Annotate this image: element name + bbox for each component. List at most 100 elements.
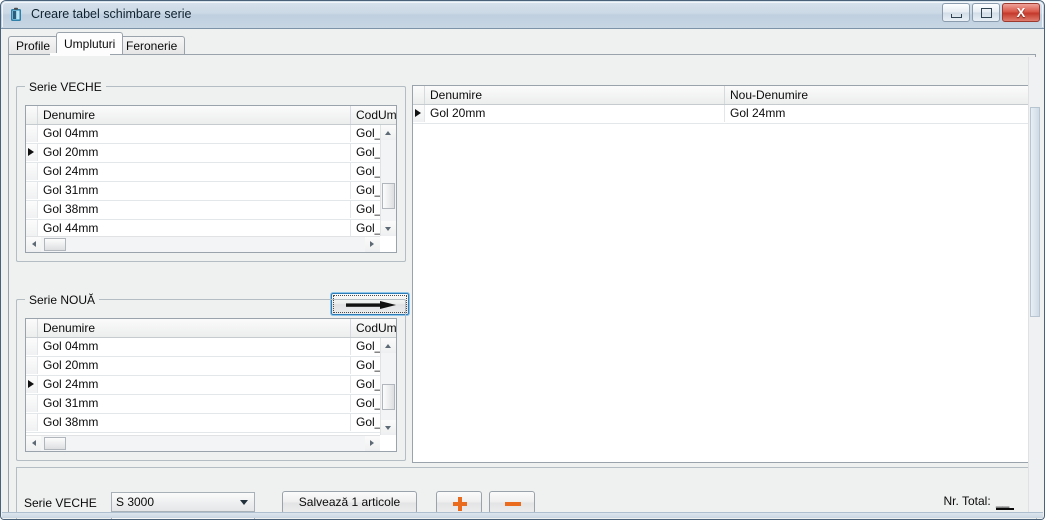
row-gutter [26,357,38,374]
group-label-serie-noua: Serie NOUĂ [25,293,100,307]
table-row[interactable]: Gol 04mm Gol_04 [26,338,380,357]
group-serie-veche: Serie VECHE Denumire CodUmplut Gol 04mm … [16,80,406,262]
row-gutter [26,395,38,412]
title-bar[interactable]: Creare tabel schimbare serie X [1,1,1044,29]
table-row[interactable]: Gol 20mm Gol_20 [26,357,380,376]
scroll-up-button[interactable] [381,338,396,353]
grid-header-row: Denumire CodUmplut [26,106,396,125]
column-header-denumire[interactable]: Denumire [425,86,725,104]
column-header-codumplut[interactable]: CodUmplut [351,319,396,337]
scroll-right-button[interactable] [365,436,380,451]
table-row[interactable]: Gol 20mm Gol_20 [26,144,380,163]
maximize-icon [981,8,992,18]
grid-serie-noua[interactable]: Denumire CodUmplut Gol 04mm Gol_04 Gol 2… [25,318,397,452]
grid-header-row: Denumire Nou-Denumire [413,86,1028,105]
cell-denumire: Gol 20mm [425,105,725,122]
add-row-button[interactable] [436,491,482,514]
cell-codumplut: Gol_31 [356,396,380,410]
scrollbar-thumb[interactable] [1030,107,1040,317]
table-row[interactable]: Gol 24mm Gol_24 [26,163,380,182]
minus-icon [505,502,521,506]
scroll-up-button[interactable] [381,125,396,140]
label-serie-veche: Serie VECHE [24,496,97,510]
delete-row-button[interactable] [489,491,535,514]
column-header-nou-denumire[interactable]: Nou-Denumire [725,86,1028,104]
cell-denumire: Gol 38mm [38,414,351,431]
tab-umpluturi[interactable]: Umpluturi [56,32,124,54]
grid-body: Gol 20mm Gol 24mm [413,105,1028,462]
combo-serie-veche[interactable]: S 3000 [111,492,255,512]
grid-horizontal-scrollbar[interactable] [26,236,380,252]
cell-denumire: Gol 04mm [38,338,351,355]
scroll-left-button[interactable] [26,436,41,451]
cell-codumplut: Gol_20 [356,145,380,159]
tab-feronerie[interactable]: Feronerie [118,36,186,54]
group-serie-noua: Serie NOUĂ Denumire CodUmplut Gol 04mm G… [16,293,406,461]
cell-codumplut: Gol_31 [356,183,380,197]
cell-codumplut: Gol_24 [356,164,380,178]
scrollbar-thumb[interactable] [44,437,66,450]
scrollbar-track[interactable] [26,435,380,451]
chevron-down-icon [385,426,391,430]
table-row[interactable]: Gol 44mm Gol_44 [26,220,380,236]
row-gutter [26,201,38,218]
cell-nou-denumire: Gol 24mm [730,106,786,120]
scrollbar-track[interactable] [380,338,396,435]
table-row[interactable]: Gol 31mm Gol_31 [26,182,380,201]
grid-vertical-scrollbar[interactable] [380,338,396,435]
tab-profile[interactable]: Profile [8,36,59,54]
grid-horizontal-scrollbar[interactable] [26,435,380,451]
close-button[interactable]: X [1002,3,1040,22]
cell-codumplut: Gol_04 [356,339,380,353]
cell-denumire: Gol 20mm [38,144,351,161]
current-row-indicator-icon [28,148,34,156]
row-gutter [26,414,38,431]
scroll-down-button[interactable] [381,221,396,236]
scroll-right-button[interactable] [365,237,380,252]
maximize-button[interactable] [972,3,1000,22]
combo-serie-veche-value: S 3000 [116,495,155,509]
scrollbar-track[interactable] [380,125,396,236]
table-row[interactable]: Gol 04mm Gol_04 [26,125,380,144]
cell-codumplut: Gol_20 [356,358,380,372]
table-row[interactable]: Gol 38mm Gol_38 [26,414,380,433]
table-row[interactable]: Gol 24mm Gol_24 [26,376,380,395]
grid-mapping[interactable]: Denumire Nou-Denumire Gol 20mm Gol 24mm [412,85,1029,463]
row-gutter [26,338,38,355]
column-header-denumire[interactable]: Denumire [38,319,351,337]
status-bar [2,512,1043,518]
grid-header-gutter [413,86,425,104]
tab-page-umpluturi: Serie VECHE Denumire CodUmplut Gol 04mm … [8,54,1037,519]
row-gutter [26,220,38,236]
table-row[interactable]: Gol 20mm Gol 24mm [413,105,1028,124]
cell-codumplut: Gol_38 [356,202,380,216]
scrollbar-thumb[interactable] [44,238,66,251]
chevron-down-icon [385,227,391,231]
chevron-down-icon [240,500,248,505]
scroll-left-button[interactable] [26,237,41,252]
grid-serie-veche[interactable]: Denumire CodUmplut Gol 04mm Gol_04 [25,105,397,253]
cell-codumplut: Gol_44 [356,221,380,235]
total-value: __ [996,494,1014,510]
cell-denumire: Gol 31mm [38,395,351,412]
grid-header-gutter [26,106,38,124]
grid-body: Gol 04mm Gol_04 Gol 20mm Gol_20 [26,125,380,236]
save-button[interactable]: Salvează 1 articole [282,491,417,514]
scrollbar-thumb[interactable] [382,384,395,410]
table-row[interactable]: Gol 31mm Gol_31 [26,395,380,414]
table-row[interactable]: Gol 38mm Gol_38 [26,201,380,220]
scroll-down-button[interactable] [381,420,396,435]
grid-vertical-scrollbar[interactable] [380,125,396,236]
application-window: Creare tabel schimbare serie X Profile U… [0,0,1045,520]
column-header-codumplut[interactable]: CodUmplut [351,106,396,124]
window-vertical-scrollbar[interactable] [1028,57,1041,517]
combo-serie-veche-dropdown-button[interactable] [236,494,253,510]
column-header-denumire[interactable]: Denumire [38,106,351,124]
scrollbar-thumb[interactable] [382,183,395,209]
minimize-button[interactable] [942,3,970,22]
cell-codumplut: Gol_04 [356,126,380,140]
app-icon [11,7,21,21]
row-gutter [26,182,38,199]
scrollbar-track[interactable] [26,236,380,252]
current-row-indicator-icon [28,380,34,388]
